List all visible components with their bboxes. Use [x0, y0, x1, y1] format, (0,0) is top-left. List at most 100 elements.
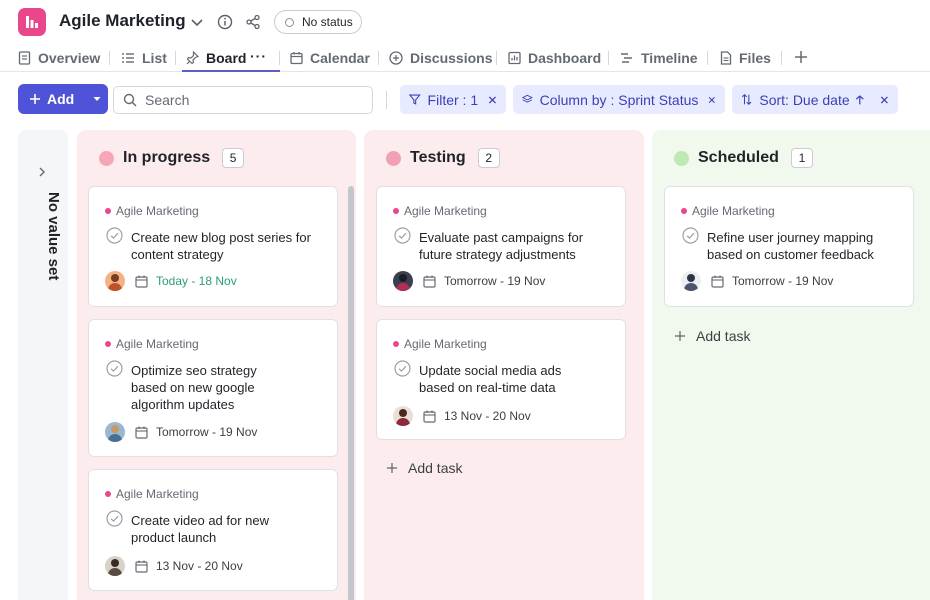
- no-value-label: No value set: [45, 192, 62, 281]
- add-task-button[interactable]: Add task: [674, 328, 750, 344]
- calendar-icon: [135, 560, 148, 573]
- card-project-label: Agile Marketing: [404, 204, 487, 218]
- calendar-icon: [423, 275, 436, 288]
- card-title: Refine user journey mapping based on cus…: [707, 230, 874, 262]
- tab-board[interactable]: Board: [182, 44, 281, 72]
- card-title: Update social media ads based on real-ti…: [419, 363, 562, 395]
- avatar[interactable]: [393, 406, 413, 426]
- filter-icon: [409, 94, 421, 105]
- task-card[interactable]: Agile Marketing Create video ad for new …: [88, 469, 338, 591]
- card-project-label: Agile Marketing: [116, 204, 199, 218]
- task-card[interactable]: Agile Marketing Evaluate past campaigns …: [376, 186, 626, 307]
- add-button[interactable]: Add: [18, 84, 108, 114]
- dashboard-icon: [508, 51, 521, 64]
- card-project-label: Agile Marketing: [116, 337, 199, 351]
- task-card[interactable]: Agile Marketing Optimize seo strategy ba…: [88, 319, 338, 457]
- column-color-dot: [386, 150, 401, 166]
- column-color-dot: [99, 150, 114, 166]
- task-card[interactable]: Agile Marketing Create new blog post ser…: [88, 186, 338, 307]
- tab-divider: [781, 51, 782, 65]
- card-due-date[interactable]: Tomorrow - 19 Nov: [156, 425, 257, 439]
- close-icon: [709, 96, 716, 103]
- card-due-date[interactable]: 13 Nov - 20 Nov: [444, 409, 531, 423]
- column-scrollbar[interactable]: [348, 186, 354, 600]
- close-icon: [489, 95, 497, 104]
- avatar[interactable]: [681, 271, 701, 291]
- card-project-label: Agile Marketing: [116, 487, 199, 501]
- card-meta: 13 Nov - 20 Nov: [105, 556, 243, 576]
- column-by-chip[interactable]: Column by : Sprint Status: [513, 85, 725, 114]
- project-title[interactable]: Agile Marketing: [59, 11, 186, 31]
- tab-files[interactable]: Files: [720, 44, 771, 71]
- tab-label: Discussions: [410, 49, 493, 66]
- card-title: Create new blog post series for content …: [131, 230, 311, 262]
- column-testing: Testing 2 Agile Marketing Evaluate past …: [364, 130, 644, 600]
- column-header: In progress 5: [99, 148, 245, 168]
- add-button-main[interactable]: Add: [18, 84, 84, 114]
- check-circle-icon[interactable]: [394, 360, 411, 377]
- check-circle-icon[interactable]: [394, 227, 411, 244]
- add-view-icon[interactable]: [792, 48, 810, 66]
- add-task-button[interactable]: Add task: [386, 460, 462, 476]
- check-circle-icon[interactable]: [106, 227, 123, 244]
- card-project-label: Agile Marketing: [404, 337, 487, 351]
- calendar-icon: [423, 410, 436, 423]
- calendar-icon: [290, 51, 303, 64]
- card-due-date[interactable]: Tomorrow - 19 Nov: [444, 274, 545, 288]
- status-label: No status: [302, 15, 353, 29]
- filter-chip[interactable]: Filter : 1: [400, 85, 506, 114]
- plus-icon: [387, 463, 397, 473]
- no-value-column[interactable]: No value set: [18, 130, 68, 600]
- project-dot-icon: [105, 208, 111, 214]
- tab-overview[interactable]: Overview: [18, 44, 100, 71]
- tab-label: Timeline: [641, 49, 698, 66]
- check-circle-icon[interactable]: [682, 227, 699, 244]
- avatar[interactable]: [105, 271, 125, 291]
- tab-timeline[interactable]: Timeline: [620, 44, 698, 71]
- status-badge[interactable]: No status: [274, 10, 362, 34]
- search-input[interactable]: [145, 92, 345, 108]
- share-icon[interactable]: [244, 13, 262, 31]
- sort-icon: [741, 93, 752, 106]
- chevron-down-icon[interactable]: [188, 13, 206, 31]
- search-icon: [123, 93, 137, 107]
- add-dropdown-icon[interactable]: [86, 84, 108, 114]
- avatar[interactable]: [105, 422, 125, 442]
- project-dot-icon: [393, 208, 399, 214]
- check-circle-icon[interactable]: [106, 360, 123, 377]
- task-card[interactable]: Agile Marketing Update social media ads …: [376, 319, 626, 440]
- task-card[interactable]: Agile Marketing Refine user journey mapp…: [664, 186, 914, 307]
- card-title: Evaluate past campaigns for future strat…: [419, 230, 584, 262]
- list-icon: [122, 52, 134, 63]
- search-box[interactable]: [113, 86, 373, 114]
- card-due-date[interactable]: 13 Nov - 20 Nov: [156, 559, 243, 573]
- tab-dashboard[interactable]: Dashboard: [508, 44, 601, 71]
- tab-label: Dashboard: [528, 49, 602, 66]
- card-due-date[interactable]: Tomorrow - 19 Nov: [732, 274, 833, 288]
- sort-chip[interactable]: Sort: Due date: [732, 85, 898, 114]
- tab-list[interactable]: List: [121, 44, 167, 71]
- add-task-label: Add task: [696, 328, 751, 344]
- card-meta: 13 Nov - 20 Nov: [393, 406, 531, 426]
- tab-calendar[interactable]: Calendar: [290, 44, 370, 71]
- more-options-icon[interactable]: ···: [250, 48, 267, 64]
- tab-divider: [109, 51, 110, 65]
- tab-discussions[interactable]: Discussions: [389, 44, 492, 71]
- close-icon: [881, 96, 889, 103]
- kanban-board: No value set In progress 5 Agile Marketi…: [0, 128, 930, 600]
- check-circle-icon[interactable]: [106, 510, 123, 527]
- tab-divider: [707, 51, 708, 65]
- card-project: Agile Marketing: [105, 487, 199, 501]
- status-circle-icon: [285, 17, 294, 27]
- info-icon[interactable]: [216, 13, 234, 31]
- tab-divider: [175, 51, 176, 65]
- tab-label: Files: [739, 49, 771, 66]
- avatar[interactable]: [393, 271, 413, 291]
- tab-label: Board: [206, 49, 247, 66]
- card-due-date[interactable]: Today - 18 Nov: [156, 274, 237, 288]
- avatar[interactable]: [105, 556, 125, 576]
- project-logo-icon: [18, 8, 46, 36]
- project-dot-icon: [105, 341, 111, 347]
- view-tabs: Overview List Board ··· Calendar Discuss…: [0, 44, 930, 72]
- column-count-badge: 1: [790, 148, 813, 168]
